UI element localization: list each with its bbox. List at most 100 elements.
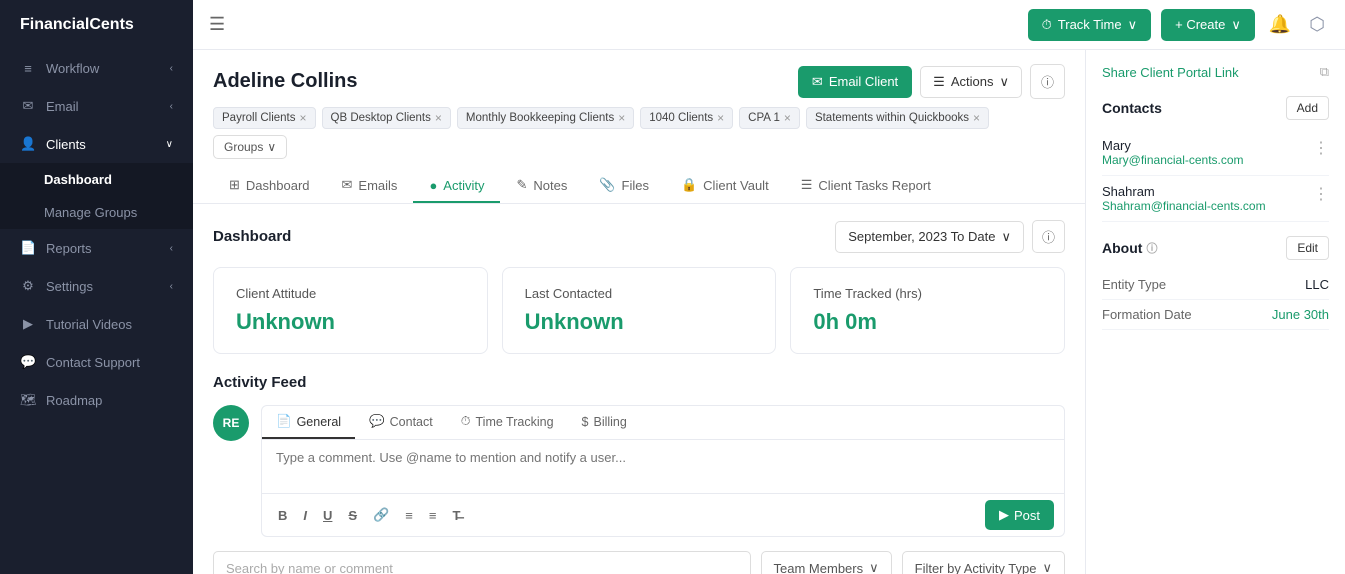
format-buttons: B I U S 🔗 ≡ ≡ T̶: [272, 503, 466, 527]
dashboard-section: Dashboard September, 2023 To Date ∨ ⓘ Cl…: [193, 204, 1085, 574]
ordered-list-button[interactable]: ≡: [399, 504, 419, 527]
activity-comment-input[interactable]: [262, 440, 1064, 490]
contact-menu-button[interactable]: ⋮: [1313, 138, 1329, 158]
stat-label: Time Tracked (hrs): [813, 286, 1042, 301]
underline-button[interactable]: U: [317, 504, 338, 527]
sidebar-item-label: Workflow: [46, 61, 99, 76]
contact-email[interactable]: Mary@financial-cents.com: [1102, 153, 1244, 167]
tag-label: Payroll Clients: [222, 112, 296, 124]
portal-link-text: Share Client Portal Link: [1102, 65, 1239, 80]
tab-client-tasks-report[interactable]: ☰ Client Tasks Report: [785, 169, 947, 203]
post-icon: ▶: [999, 507, 1009, 523]
support-icon: 💬: [20, 354, 36, 370]
tag-remove-icon[interactable]: ×: [618, 111, 625, 125]
email-client-button[interactable]: ✉ Email Client: [798, 66, 912, 98]
search-input[interactable]: [213, 551, 751, 574]
link-button[interactable]: 🔗: [367, 503, 395, 527]
info-button[interactable]: ⓘ: [1030, 64, 1065, 99]
about-label: Formation Date: [1102, 307, 1192, 322]
files-tab-icon: 📎: [599, 177, 615, 193]
app-logo: FinancialCents: [0, 0, 193, 50]
strikethrough-button[interactable]: S: [342, 504, 363, 527]
post-button[interactable]: ▶ Post: [985, 500, 1054, 530]
tab-client-vault[interactable]: 🔒 Client Vault: [665, 169, 785, 203]
tutorial-icon: ▶: [20, 316, 36, 332]
sidebar-item-label: Email: [46, 99, 79, 114]
sidebar-item-label: Roadmap: [46, 393, 102, 408]
tag-remove-icon[interactable]: ×: [435, 111, 442, 125]
notifications-button[interactable]: 🔔: [1265, 10, 1295, 39]
sidebar-item-clients[interactable]: 👤 Clients ∨: [0, 125, 193, 163]
sidebar-item-contact-support[interactable]: 💬 Contact Support: [0, 343, 193, 381]
portal-link[interactable]: Share Client Portal Link ⧉: [1102, 64, 1329, 80]
activity-tab-billing[interactable]: $ Billing: [568, 406, 641, 439]
tag-monthly: Monthly Bookkeeping Clients ×: [457, 107, 634, 129]
chevron-down-icon: ∨: [869, 560, 879, 574]
team-members-filter[interactable]: Team Members ∨: [761, 551, 892, 574]
chevron-icon: ‹: [170, 243, 173, 254]
activity-tab-time-tracking[interactable]: ⏱ Time Tracking: [447, 406, 568, 439]
about-edit-button[interactable]: Edit: [1286, 236, 1329, 260]
actions-button[interactable]: ☰ Actions ∨: [920, 66, 1022, 98]
create-button[interactable]: + Create ∨: [1161, 9, 1255, 41]
clients-icon: 👤: [20, 136, 36, 152]
stat-value: Unknown: [525, 309, 754, 335]
tag-cpa1: CPA 1 ×: [739, 107, 800, 129]
sidebar-sub-item-manage-groups[interactable]: Manage Groups: [0, 196, 193, 229]
tag-remove-icon[interactable]: ×: [973, 111, 980, 125]
activity-tab-general[interactable]: 📄 General: [262, 406, 355, 439]
user-avatar: RE: [213, 405, 249, 441]
activity-type-filter[interactable]: Filter by Activity Type ∨: [902, 551, 1065, 574]
clear-format-button[interactable]: T̶: [446, 504, 466, 527]
contact-email[interactable]: Shahram@financial-cents.com: [1102, 199, 1266, 213]
date-range-button[interactable]: September, 2023 To Date ∨: [835, 221, 1024, 253]
tab-files[interactable]: 📎 Files: [583, 169, 665, 203]
dashboard-info-button[interactable]: ⓘ: [1032, 220, 1065, 253]
activity-tab-contact[interactable]: 💬 Contact: [355, 406, 447, 439]
logout-button[interactable]: ⬡: [1305, 10, 1329, 39]
tag-remove-icon[interactable]: ×: [300, 111, 307, 125]
tag-label: QB Desktop Clients: [331, 112, 431, 124]
workflow-icon: ≡: [20, 61, 36, 76]
tab-emails[interactable]: ✉ Emails: [326, 169, 414, 203]
italic-button[interactable]: I: [297, 504, 313, 527]
main-content: Adeline Collins ✉ Email Client ☰ Actions…: [193, 50, 1085, 574]
sidebar-item-label: Clients: [46, 137, 86, 152]
copy-icon: ⧉: [1320, 64, 1329, 80]
post-label: Post: [1014, 508, 1040, 523]
menu-icon[interactable]: ☰: [209, 14, 225, 35]
tag-remove-icon[interactable]: ×: [784, 111, 791, 125]
tag-qb-desktop: QB Desktop Clients ×: [322, 107, 451, 129]
add-contact-button[interactable]: Add: [1286, 96, 1329, 120]
bold-button[interactable]: B: [272, 504, 293, 527]
sidebar-item-reports[interactable]: 📄 Reports ‹: [0, 229, 193, 267]
sidebar-item-settings[interactable]: ⚙ Settings ‹: [0, 267, 193, 305]
tab-label: Client Tasks Report: [818, 178, 930, 193]
filter-row: Team Members ∨ Filter by Activity Type ∨: [213, 551, 1065, 574]
groups-button[interactable]: Groups ∨: [213, 135, 287, 159]
sidebar-item-email[interactable]: ✉ Email ‹: [0, 87, 193, 125]
tab-dashboard[interactable]: ⊞ Dashboard: [213, 169, 326, 203]
about-row-formation: Formation Date June 30th: [1102, 300, 1329, 330]
section-header: Dashboard September, 2023 To Date ∨ ⓘ: [213, 220, 1065, 253]
tag-remove-icon[interactable]: ×: [717, 111, 724, 125]
track-time-button[interactable]: ⏱ Track Time ∨: [1028, 9, 1151, 41]
tab-activity[interactable]: ● Activity: [413, 169, 500, 203]
activity-toolbar: B I U S 🔗 ≡ ≡ T̶ ▶: [262, 493, 1064, 536]
sidebar-item-tutorial-videos[interactable]: ▶ Tutorial Videos: [0, 305, 193, 343]
emails-tab-icon: ✉: [342, 177, 353, 193]
email-icon: ✉: [812, 74, 823, 90]
sidebar-item-label: Reports: [46, 241, 92, 256]
tab-label: Client Vault: [703, 178, 769, 193]
contact-menu-button[interactable]: ⋮: [1313, 184, 1329, 204]
chevron-icon: ‹: [170, 63, 173, 74]
sidebar-sub-item-dashboard[interactable]: Dashboard: [0, 163, 193, 196]
activity-tab-icon: ●: [429, 178, 437, 193]
unordered-list-button[interactable]: ≡: [423, 504, 443, 527]
sidebar-item-workflow[interactable]: ≡ Workflow ‹: [0, 50, 193, 87]
contacts-title: Contacts: [1102, 100, 1162, 116]
topbar-left: ☰: [209, 14, 225, 35]
sidebar-item-roadmap[interactable]: 🗺 Roadmap: [0, 381, 193, 419]
about-value: June 30th: [1272, 307, 1329, 322]
tab-notes[interactable]: ✎ Notes: [500, 169, 583, 203]
